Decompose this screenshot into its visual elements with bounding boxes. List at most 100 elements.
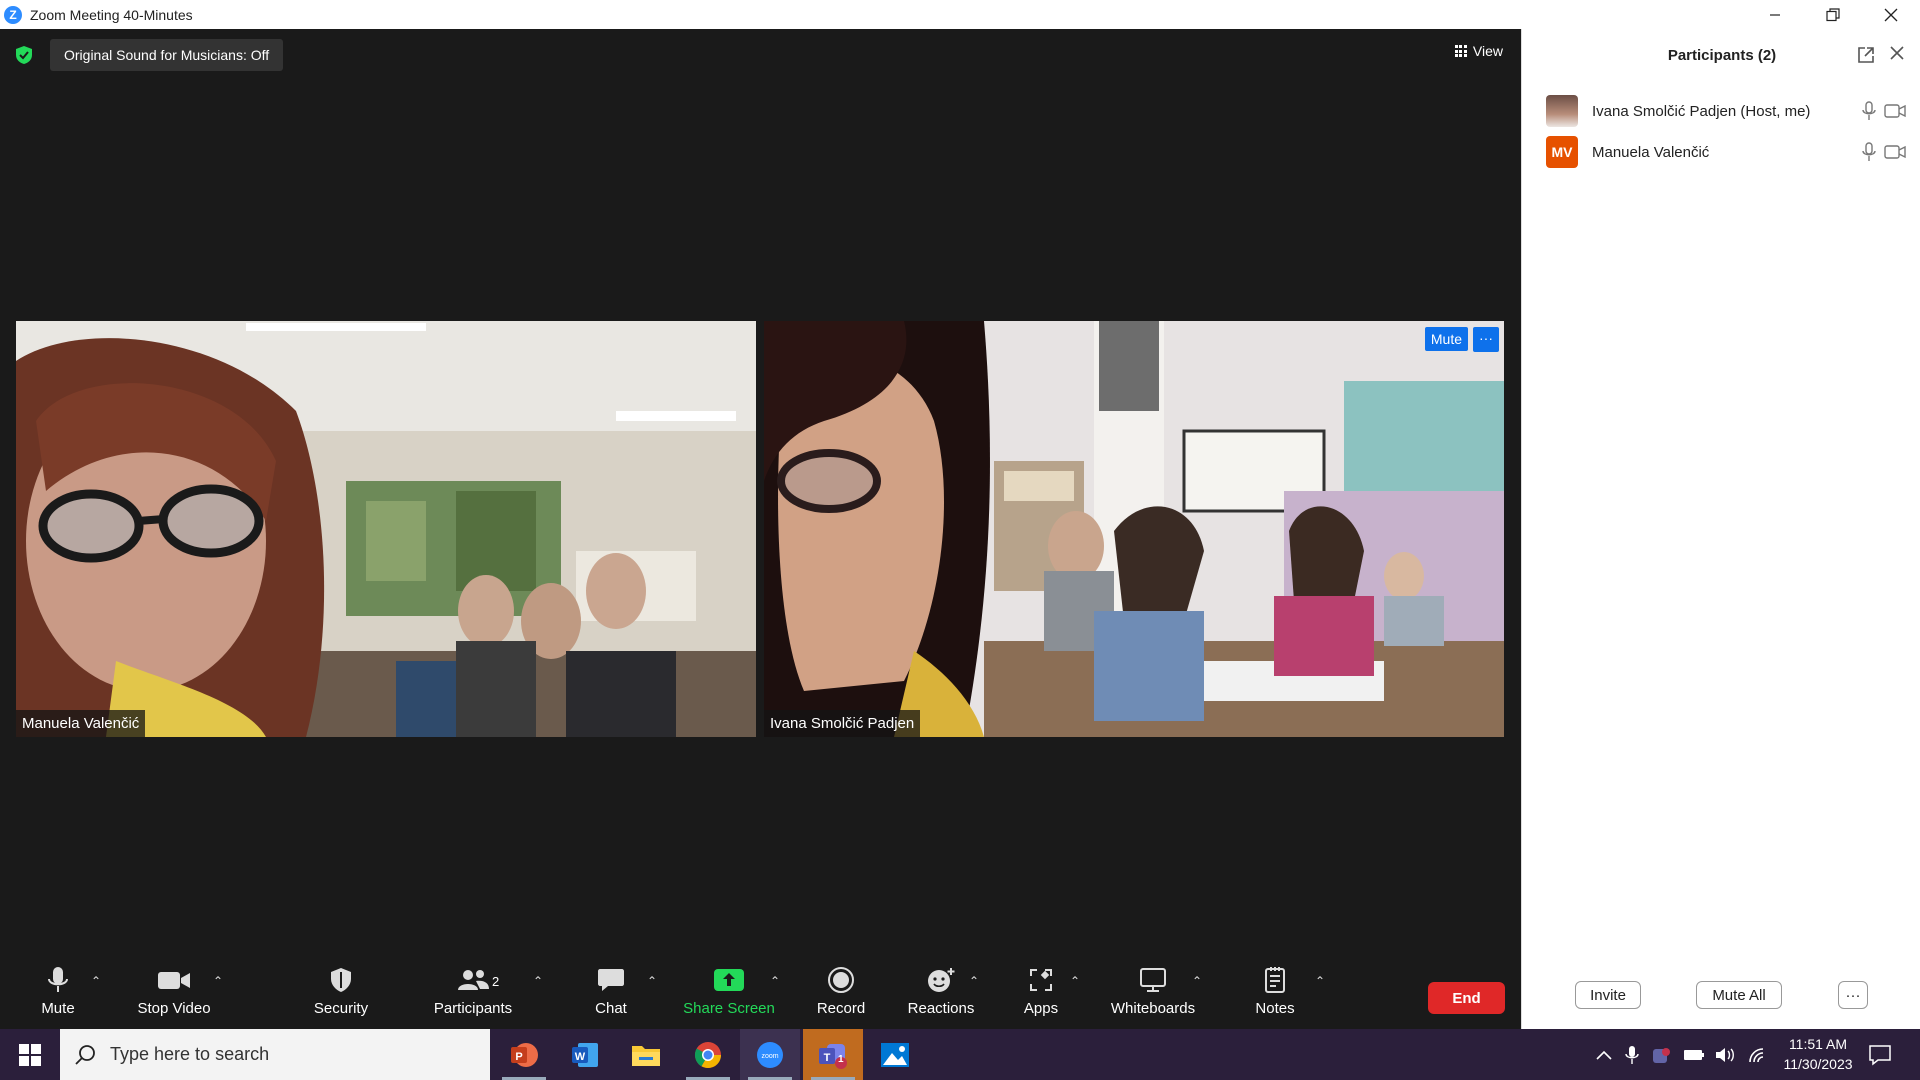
close-button[interactable] — [1862, 0, 1920, 29]
record-button[interactable]: Record — [810, 960, 872, 1029]
invite-button[interactable]: Invite — [1575, 981, 1641, 1009]
notes-options-caret-icon[interactable]: ⌃ — [1315, 974, 1325, 988]
security-button[interactable]: Security — [306, 960, 376, 1029]
zoom-icon: zoom — [757, 1041, 783, 1068]
taskbar-teams[interactable]: T 1 — [803, 1029, 863, 1080]
minimize-button[interactable] — [1746, 0, 1804, 29]
grid-view-icon — [1454, 45, 1467, 57]
mute-options-caret-icon[interactable]: ⌃ — [91, 974, 101, 988]
video-camera-icon[interactable] — [1884, 103, 1906, 119]
microphone-tray-icon[interactable] — [1625, 1045, 1639, 1065]
taskbar-search-box[interactable]: Type here to search — [60, 1029, 490, 1080]
chat-button[interactable]: Chat — [582, 960, 640, 1029]
window-controls — [1746, 0, 1920, 29]
svg-text:zoom: zoom — [761, 1053, 778, 1060]
search-placeholder: Type here to search — [110, 1044, 270, 1064]
windows-logo-icon — [19, 1043, 41, 1066]
teams-tray-icon[interactable] — [1651, 1045, 1671, 1065]
whiteboards-button[interactable]: Whiteboards — [1106, 960, 1200, 1029]
start-button[interactable] — [0, 1029, 60, 1080]
record-icon — [828, 967, 854, 993]
close-panel-icon[interactable] — [1889, 44, 1905, 67]
video-feed — [764, 321, 1504, 737]
chevron-up-icon[interactable] — [1595, 1048, 1613, 1062]
reactions-button[interactable]: Reactions — [900, 960, 982, 1029]
participant-name: Manuela Valenčić — [1592, 143, 1710, 161]
avatar — [1546, 95, 1578, 127]
whiteboards-label: Whiteboards — [1110, 1000, 1196, 1017]
battery-icon[interactable] — [1683, 1048, 1705, 1062]
security-label: Security — [313, 1000, 369, 1017]
apps-icon — [1030, 969, 1052, 991]
participant-row[interactable]: Ivana Smolčić Padjen (Host, me) — [1546, 93, 1906, 129]
video-options-caret-icon[interactable]: ⌃ — [213, 974, 223, 988]
popout-icon[interactable] — [1857, 46, 1875, 64]
taskbar-photos[interactable] — [865, 1029, 925, 1080]
search-icon — [75, 1044, 95, 1065]
action-center-button[interactable] — [1868, 1029, 1892, 1080]
taskbar-clock[interactable]: 11:51 AM 11/30/2023 — [1768, 1034, 1868, 1074]
taskbar-word[interactable]: W — [555, 1029, 615, 1080]
video-feed — [16, 321, 756, 737]
mute-all-button[interactable]: Mute All — [1696, 981, 1782, 1009]
chat-label: Chat — [595, 1000, 627, 1017]
stop-video-label: Stop Video — [137, 1000, 211, 1017]
share-screen-icon — [714, 969, 744, 991]
apps-label: Apps — [1023, 1000, 1059, 1017]
taskbar-chrome[interactable] — [678, 1029, 738, 1080]
wifi-icon[interactable] — [1747, 1046, 1769, 1064]
view-button[interactable]: View — [1454, 43, 1503, 59]
video-tile-manuela[interactable]: Manuela Valenčić — [16, 321, 756, 737]
reactions-icon — [928, 968, 955, 992]
windows-taskbar: Type here to search P W zoom T 1 11:51 A… — [0, 1029, 1920, 1080]
share-options-caret-icon[interactable]: ⌃ — [770, 974, 780, 988]
participants-panel-title: Participants (2) — [1667, 47, 1777, 64]
video-tile-ivana[interactable]: Mute ··· Ivana Smolčić Padjen — [764, 321, 1504, 737]
share-screen-button[interactable]: Share Screen — [680, 960, 778, 1029]
taskbar-file-explorer[interactable] — [616, 1029, 676, 1080]
minimize-icon — [1770, 13, 1780, 16]
svg-text:T: T — [824, 1052, 831, 1064]
tile-mute-button[interactable]: Mute — [1424, 327, 1468, 351]
participants-icon — [458, 970, 489, 990]
original-sound-toggle[interactable]: Original Sound for Musicians: Off — [50, 39, 284, 71]
window-titlebar: Z Zoom Meeting 40-Minutes — [0, 0, 1920, 29]
tile-more-options-button[interactable]: ··· — [1473, 327, 1499, 352]
microphone-icon[interactable] — [1862, 101, 1876, 121]
apps-options-caret-icon[interactable]: ⌃ — [1070, 974, 1080, 988]
participants-count: 2 — [492, 974, 500, 989]
record-label: Record — [816, 1000, 866, 1017]
taskbar-zoom[interactable]: zoom — [740, 1029, 800, 1080]
participants-button[interactable]: Participants — [428, 960, 518, 1029]
microphone-icon[interactable] — [1862, 142, 1876, 162]
volume-icon[interactable] — [1715, 1046, 1737, 1064]
mute-button[interactable]: Mute — [30, 960, 86, 1029]
participants-options-caret-icon[interactable]: ⌃ — [533, 974, 543, 988]
word-icon: W — [572, 1042, 598, 1067]
stop-video-button[interactable]: Stop Video — [130, 960, 218, 1029]
notification-icon — [1869, 1044, 1891, 1066]
notes-button[interactable]: Notes — [1250, 960, 1300, 1029]
end-meeting-button[interactable]: End — [1428, 982, 1505, 1014]
powerpoint-icon: P — [511, 1042, 538, 1067]
notes-icon — [1265, 967, 1285, 993]
taskbar-powerpoint[interactable]: P — [494, 1029, 554, 1080]
participants-panel: Participants (2) Ivana Smolčić Padjen (H… — [1521, 29, 1920, 1029]
close-icon — [1884, 8, 1898, 21]
zoom-app-icon: Z — [4, 5, 22, 24]
participant-row[interactable]: MV Manuela Valenčić — [1546, 134, 1906, 170]
video-camera-icon[interactable] — [1884, 144, 1906, 160]
more-options-button[interactable]: ··· — [1838, 981, 1868, 1009]
avatar: MV — [1546, 136, 1578, 168]
chat-options-caret-icon[interactable]: ⌃ — [647, 974, 657, 988]
whiteboards-options-caret-icon[interactable]: ⌃ — [1192, 974, 1202, 988]
restore-button[interactable] — [1804, 0, 1862, 29]
reactions-options-caret-icon[interactable]: ⌃ — [969, 974, 979, 988]
participant-name-label: Manuela Valenčić — [16, 710, 146, 737]
participant-name: Ivana Smolčić Padjen (Host, me) — [1592, 102, 1811, 120]
view-label: View — [1472, 43, 1503, 59]
teams-notification-badge: 1 — [838, 1054, 844, 1065]
apps-button[interactable]: Apps — [1016, 960, 1066, 1029]
restore-icon — [1826, 7, 1840, 21]
encryption-shield-icon[interactable] — [14, 45, 34, 65]
